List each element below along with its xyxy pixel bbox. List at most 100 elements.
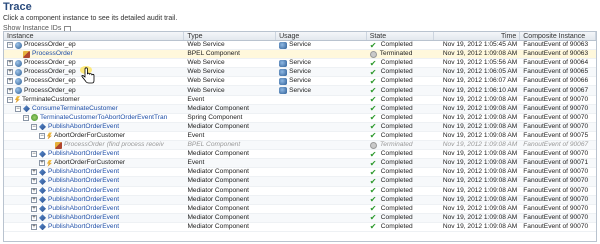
usage-text: Service xyxy=(289,41,312,49)
instance-link[interactable]: ProcessOrder xyxy=(32,50,73,58)
instance-cell: + ProcessOrder_ep xyxy=(4,68,184,76)
expand-icon[interactable]: + xyxy=(39,160,45,167)
mediator-icon xyxy=(39,196,46,204)
type-cell: BPEL Component xyxy=(187,50,240,58)
check-icon: ✔ xyxy=(369,77,377,86)
instance-link[interactable]: PublishAbortOrderEvent xyxy=(48,196,119,204)
instance-link[interactable]: PublishAbortOrderEvent xyxy=(48,123,119,131)
table-row[interactable]: + PublishAbortOrderEvent Mediator Componen… xyxy=(4,177,596,187)
service-icon xyxy=(279,68,288,76)
table-row[interactable]: − PublishAbortOrderEvent Mediator Componen… xyxy=(4,150,596,160)
instance-link[interactable]: PublishAbortOrderEvent xyxy=(48,214,119,222)
column-header-state[interactable]: State xyxy=(367,32,434,40)
collapse-icon[interactable]: − xyxy=(31,123,37,130)
time-cell: Nov 19, 2012 1:09:08 AM xyxy=(442,122,518,130)
type-cell: Mediator Component xyxy=(187,177,250,185)
table-row[interactable]: − ConsumeTerminateCustomer Mediator Compon… xyxy=(4,104,596,114)
table-row[interactable]: + ProcessOrder_ep Web Service Service ✔ Compl… xyxy=(4,59,596,69)
table-row[interactable]: − AbortOrderForCustomer Event ✔ Completed Nov… xyxy=(4,132,596,142)
type-cell: Mediator Component xyxy=(187,213,250,221)
table-header: Instance Type Usage State Time Composite… xyxy=(4,32,596,41)
composite-instance-cell: FanoutEvent of 90070 xyxy=(523,122,589,130)
expand-icon[interactable]: + xyxy=(31,187,37,194)
instance-link[interactable]: PublishAbortOrderEvent xyxy=(48,205,119,213)
collapse-icon[interactable]: − xyxy=(7,42,13,49)
composite-instance-cell: FanoutEvent of 90070 xyxy=(523,113,589,121)
table-row[interactable]: + PublishAbortOrderEvent Mediator Componen… xyxy=(4,223,596,232)
time-cell: Nov 19, 2012 1:06:10 AM xyxy=(442,86,518,94)
state-text: Completed xyxy=(380,41,413,49)
trace-header: Trace Click a component instance to see … xyxy=(3,1,597,34)
check-icon: ✔ xyxy=(369,222,377,231)
expand-icon[interactable]: + xyxy=(7,78,13,85)
column-header-time[interactable]: Time xyxy=(434,32,521,40)
time-cell: Nov 19, 2012 1:09:08 AM xyxy=(442,186,518,194)
web-service-icon xyxy=(15,77,22,85)
table-row[interactable]: + PublishAbortOrderEvent Mediator Componen… xyxy=(4,195,596,205)
instance-name: ProcessOrder xyxy=(64,141,105,149)
state-text: Completed xyxy=(380,177,413,185)
table-row[interactable]: + PublishAbortOrderEvent Mediator Componen… xyxy=(4,205,596,214)
instance-link[interactable]: PublishAbortOrderEvent xyxy=(48,168,119,176)
table-row[interactable]: − TerminateCustomer Event ✔ Completed Nov 19,… xyxy=(4,96,596,105)
table-row[interactable]: + PublishAbortOrderEvent Mediator Componen… xyxy=(4,168,596,178)
table-row[interactable]: − PublishAbortOrderEvent Mediator Componen… xyxy=(4,122,596,132)
column-header-type[interactable]: Type xyxy=(184,32,277,40)
instance-link[interactable]: PublishAbortOrderEvent xyxy=(48,177,119,185)
instance-link[interactable]: PublishAbortOrderEvent xyxy=(48,187,119,195)
table-row[interactable]: + ProcessOrder_ep Web Service Service ✔ Compl… xyxy=(4,86,596,96)
expand-icon[interactable]: + xyxy=(31,214,37,221)
column-header-instance[interactable]: Instance xyxy=(4,32,185,40)
state-cell: ✔ Completed xyxy=(367,177,434,185)
table-row[interactable]: + PublishAbortOrderEvent Mediator Componen… xyxy=(4,213,596,223)
expand-icon[interactable]: + xyxy=(7,60,13,67)
type-cell: Mediator Component xyxy=(187,186,250,194)
instance-cell: − TerminateCustomerToAbortOrderEventTran xyxy=(4,114,184,122)
table-row[interactable]: − TerminateCustomerToAbortOrderEventTran S… xyxy=(4,114,596,123)
state-text: Completed xyxy=(380,113,413,121)
table-row[interactable]: + AbortOrderForCustomer Event ✔ Completed Nov… xyxy=(4,159,596,169)
check-icon: ✔ xyxy=(369,95,377,104)
collapse-icon[interactable]: − xyxy=(23,114,29,121)
table-row[interactable]: + ProcessOrder_ep Web Service Service ✔ Compl… xyxy=(4,77,596,87)
check-icon: ✔ xyxy=(369,41,377,50)
table-row[interactable]: − ProcessOrder_ep Web Service Service ✔ Compl… xyxy=(4,41,596,51)
collapse-icon[interactable]: − xyxy=(15,105,21,112)
composite-instance-cell: FanoutEvent of 90070 xyxy=(523,195,589,203)
expand-icon[interactable]: + xyxy=(31,205,37,212)
column-header-usage[interactable]: Usage xyxy=(276,32,367,40)
terminated-icon xyxy=(369,50,377,58)
state-text: Completed xyxy=(380,168,413,176)
check-icon: ✔ xyxy=(369,122,377,131)
expand-icon[interactable]: + xyxy=(7,87,13,94)
time-cell: Nov 19, 2012 1:09:08 AM xyxy=(442,168,518,176)
type-cell: BPEL Component xyxy=(187,141,241,149)
table-row[interactable]: + ProcessOrder_ep Web Service Service ✔ Compl… xyxy=(4,68,596,78)
collapse-icon[interactable]: − xyxy=(39,132,45,139)
expand-icon[interactable]: + xyxy=(31,178,37,185)
collapse-icon[interactable]: − xyxy=(7,96,13,103)
instance-link[interactable]: PublishAbortOrderEvent xyxy=(48,150,119,158)
expand-icon[interactable]: + xyxy=(7,69,13,76)
expand-icon[interactable]: + xyxy=(31,196,37,203)
instance-link[interactable]: TerminateCustomerToAbortOrderEventTran xyxy=(40,114,167,122)
composite-instance-cell: FanoutEvent of 90070 xyxy=(523,204,589,212)
instance-link[interactable]: PublishAbortOrderEvent xyxy=(48,223,119,231)
column-header-composite-instance[interactable]: Composite Instance xyxy=(520,32,596,40)
expand-icon[interactable]: + xyxy=(31,223,37,230)
table-row[interactable]: + PublishAbortOrderEvent Mediator Componen… xyxy=(4,187,596,196)
instance-name: ProcessOrder_ep xyxy=(24,59,76,67)
state-text: Completed xyxy=(380,213,413,221)
expand-icon[interactable]: + xyxy=(31,169,37,176)
usage-text: Service xyxy=(289,86,312,94)
mediator-icon xyxy=(39,123,46,131)
state-text: Terminated xyxy=(379,50,413,58)
table-row[interactable]: ProcessOrder (find process receiv BPEL Com… xyxy=(4,141,596,151)
instance-link[interactable]: ConsumeTerminateCustomer xyxy=(32,105,118,113)
state-cell: Terminated xyxy=(367,50,434,58)
instructions-text: Click a component instance to see its de… xyxy=(3,15,178,22)
instance-name: TerminateCustomer xyxy=(22,95,80,103)
type-cell: Web Service xyxy=(187,41,225,49)
collapse-icon[interactable]: − xyxy=(31,151,37,158)
table-row[interactable]: ProcessOrder BPEL Component Terminated Nov … xyxy=(4,50,596,60)
